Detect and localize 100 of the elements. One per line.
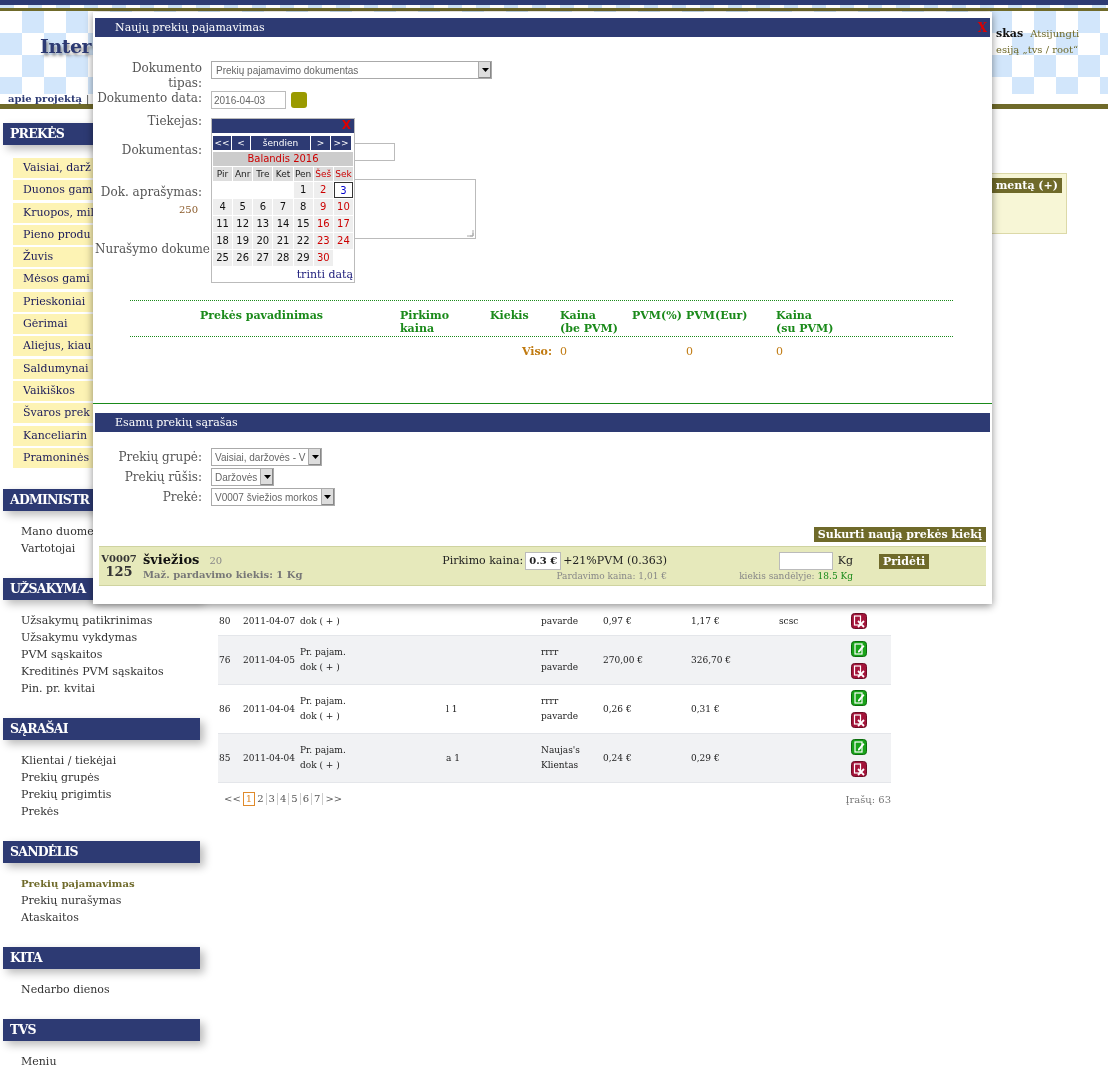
calendar-day[interactable]: 9 bbox=[313, 199, 333, 215]
calendar-day[interactable]: 10 bbox=[333, 199, 353, 215]
category-item[interactable]: Kanceliarin bbox=[13, 425, 93, 446]
category-item[interactable]: Švaros prek bbox=[13, 403, 93, 424]
add-comment-button[interactable]: mentą (+) bbox=[991, 178, 1062, 193]
calendar-nav-button[interactable]: >> bbox=[331, 136, 351, 150]
sidebar-link[interactable]: Vartotojai bbox=[0, 539, 76, 557]
sidebar-link[interactable]: Nedarbo dienos bbox=[0, 980, 110, 998]
category-item[interactable]: Saldumynai bbox=[13, 358, 93, 379]
page-link[interactable]: 5 bbox=[289, 793, 301, 805]
calendar-day[interactable]: 8 bbox=[293, 199, 313, 215]
calendar-day[interactable]: 27 bbox=[253, 250, 273, 266]
previous-page-link[interactable]: << bbox=[222, 793, 243, 805]
category-item[interactable]: Žuvis bbox=[13, 247, 93, 268]
delete-icon[interactable] bbox=[851, 761, 867, 777]
resize-grip-icon[interactable] bbox=[466, 229, 474, 237]
sidebar-link[interactable]: PVM sąskaitos bbox=[0, 645, 103, 663]
date-field[interactable]: 2016-04-03 bbox=[211, 91, 286, 109]
price-field[interactable]: 0.3 € bbox=[525, 551, 562, 570]
calendar-day[interactable]: 19 bbox=[233, 233, 253, 249]
calendar-nav-button[interactable]: < bbox=[232, 136, 250, 150]
filter-select[interactable]: Vaisiai, daržovės - V bbox=[211, 448, 323, 466]
category-item[interactable]: Pramoninės bbox=[13, 447, 93, 468]
calendar-day[interactable]: 16 bbox=[313, 216, 333, 232]
page-link[interactable]: 7 bbox=[312, 793, 324, 805]
calendar-nav-button[interactable]: << bbox=[213, 136, 231, 150]
calendar-day[interactable]: 20 bbox=[253, 233, 273, 249]
page-link[interactable]: 4 bbox=[277, 793, 290, 805]
calendar-nav-button[interactable]: > bbox=[311, 136, 330, 150]
calendar-day[interactable]: 11 bbox=[213, 216, 233, 232]
delete-icon[interactable] bbox=[851, 712, 867, 728]
calendar-day[interactable]: 24 bbox=[333, 233, 353, 249]
quantity-field[interactable] bbox=[778, 551, 833, 570]
calendar-day[interactable]: 3 bbox=[333, 182, 353, 198]
calendar-day[interactable]: 14 bbox=[273, 216, 293, 232]
sidebar-link[interactable]: Užsakymų patikrinimas bbox=[0, 611, 153, 629]
calendar-day[interactable]: 28 bbox=[273, 250, 293, 266]
calendar-day[interactable]: 7 bbox=[273, 199, 293, 215]
sidebar-link[interactable]: Prekių prigimtis bbox=[0, 785, 112, 803]
sidebar-link[interactable]: Kreditinės PVM sąskaitos bbox=[0, 662, 164, 680]
calendar-day[interactable]: 4 bbox=[213, 199, 233, 215]
category-item[interactable]: Aliejus, kiau bbox=[13, 336, 93, 357]
table-cell: Pr. pajam. dok ( + ) bbox=[300, 647, 346, 672]
filter-select[interactable]: Daržovės bbox=[211, 468, 275, 486]
create-quantity-button[interactable]: Sukurti naują prekės kiekį bbox=[813, 527, 986, 542]
sidebar-link[interactable]: Prekės bbox=[0, 802, 59, 820]
site-logo[interactable]: Inter bbox=[40, 29, 92, 63]
sidebar-link[interactable]: Klientai / tiekėjai bbox=[0, 751, 117, 769]
add-button[interactable]: Pridėti bbox=[879, 554, 930, 569]
clear-date-link[interactable]: trinti datą bbox=[296, 268, 353, 281]
sidebar-link[interactable]: Meniu bbox=[0, 1052, 57, 1066]
calendar-day[interactable]: 5 bbox=[233, 199, 253, 215]
page-link[interactable]: 6 bbox=[300, 793, 312, 805]
calendar-day[interactable]: 26 bbox=[233, 250, 253, 266]
sidebar-link[interactable]: Prekių nurašymas bbox=[0, 891, 122, 909]
calendar-day[interactable]: 29 bbox=[293, 250, 313, 266]
sidebar-link[interactable]: Prekių pajamavimas bbox=[0, 874, 135, 892]
document-type-select[interactable]: Prekių pajamavimo dokumentas bbox=[211, 61, 492, 79]
category-item[interactable]: Prieskoniai bbox=[13, 291, 93, 312]
category-item[interactable]: Gėrimai bbox=[13, 314, 93, 335]
sidebar-link[interactable]: Užsakymu vykdymas bbox=[0, 628, 138, 646]
calendar-day[interactable]: 12 bbox=[233, 216, 253, 232]
page-link[interactable]: 3 bbox=[266, 793, 278, 805]
sidebar-link[interactable]: Prekių grupės bbox=[0, 768, 100, 786]
category-item[interactable]: Kruopos, mil bbox=[13, 202, 93, 223]
category-item[interactable]: Duonos gam bbox=[13, 180, 93, 201]
category-item[interactable]: Vaisiai, darž bbox=[13, 158, 93, 178]
calendar-day[interactable]: 6 bbox=[253, 199, 273, 215]
calendar-day[interactable]: 30 bbox=[313, 250, 333, 266]
edit-icon[interactable] bbox=[851, 690, 867, 706]
total-value: 0 bbox=[686, 345, 694, 358]
calendar-day[interactable]: 1 bbox=[293, 182, 313, 198]
total-value: 0 bbox=[560, 345, 568, 358]
calendar-day[interactable]: 17 bbox=[333, 216, 353, 232]
sidebar-link[interactable]: Ataskaitos bbox=[0, 908, 79, 926]
page-link[interactable]: 2 bbox=[255, 793, 267, 805]
logout-link[interactable]: Atsijungti bbox=[1030, 28, 1080, 39]
field-label: Tiekejas: bbox=[146, 114, 202, 129]
category-item[interactable]: Vaikiškos bbox=[13, 380, 93, 401]
calendar-day[interactable]: 21 bbox=[273, 233, 293, 249]
next-page-link[interactable]: >> bbox=[323, 793, 345, 805]
delete-icon[interactable] bbox=[851, 663, 867, 679]
calendar-day[interactable]: 25 bbox=[213, 250, 233, 266]
sidebar-link[interactable]: Pin. pr. kvitai bbox=[0, 679, 95, 697]
table-cell: rrrr pavarde bbox=[541, 696, 578, 721]
nav-link[interactable]: apie projektą bbox=[8, 94, 83, 103]
filter-select[interactable]: V0007 šviežios morkos bbox=[211, 488, 335, 506]
category-item[interactable]: Mėsos gami bbox=[13, 269, 93, 290]
calendar-nav-button[interactable]: šendien bbox=[251, 136, 310, 150]
delete-icon[interactable] bbox=[851, 613, 867, 629]
edit-icon[interactable] bbox=[851, 739, 867, 755]
calendar-day[interactable]: 18 bbox=[213, 233, 233, 249]
calendar-day[interactable]: 13 bbox=[253, 216, 273, 232]
sidebar-link[interactable]: Mano duome bbox=[0, 522, 94, 540]
calendar-day[interactable]: 23 bbox=[313, 233, 333, 249]
category-item[interactable]: Pieno produ bbox=[13, 224, 93, 245]
calendar-day[interactable]: 2 bbox=[313, 182, 333, 198]
calendar-day[interactable]: 22 bbox=[293, 233, 313, 249]
edit-icon[interactable] bbox=[851, 641, 867, 657]
calendar-day[interactable]: 15 bbox=[293, 216, 313, 232]
